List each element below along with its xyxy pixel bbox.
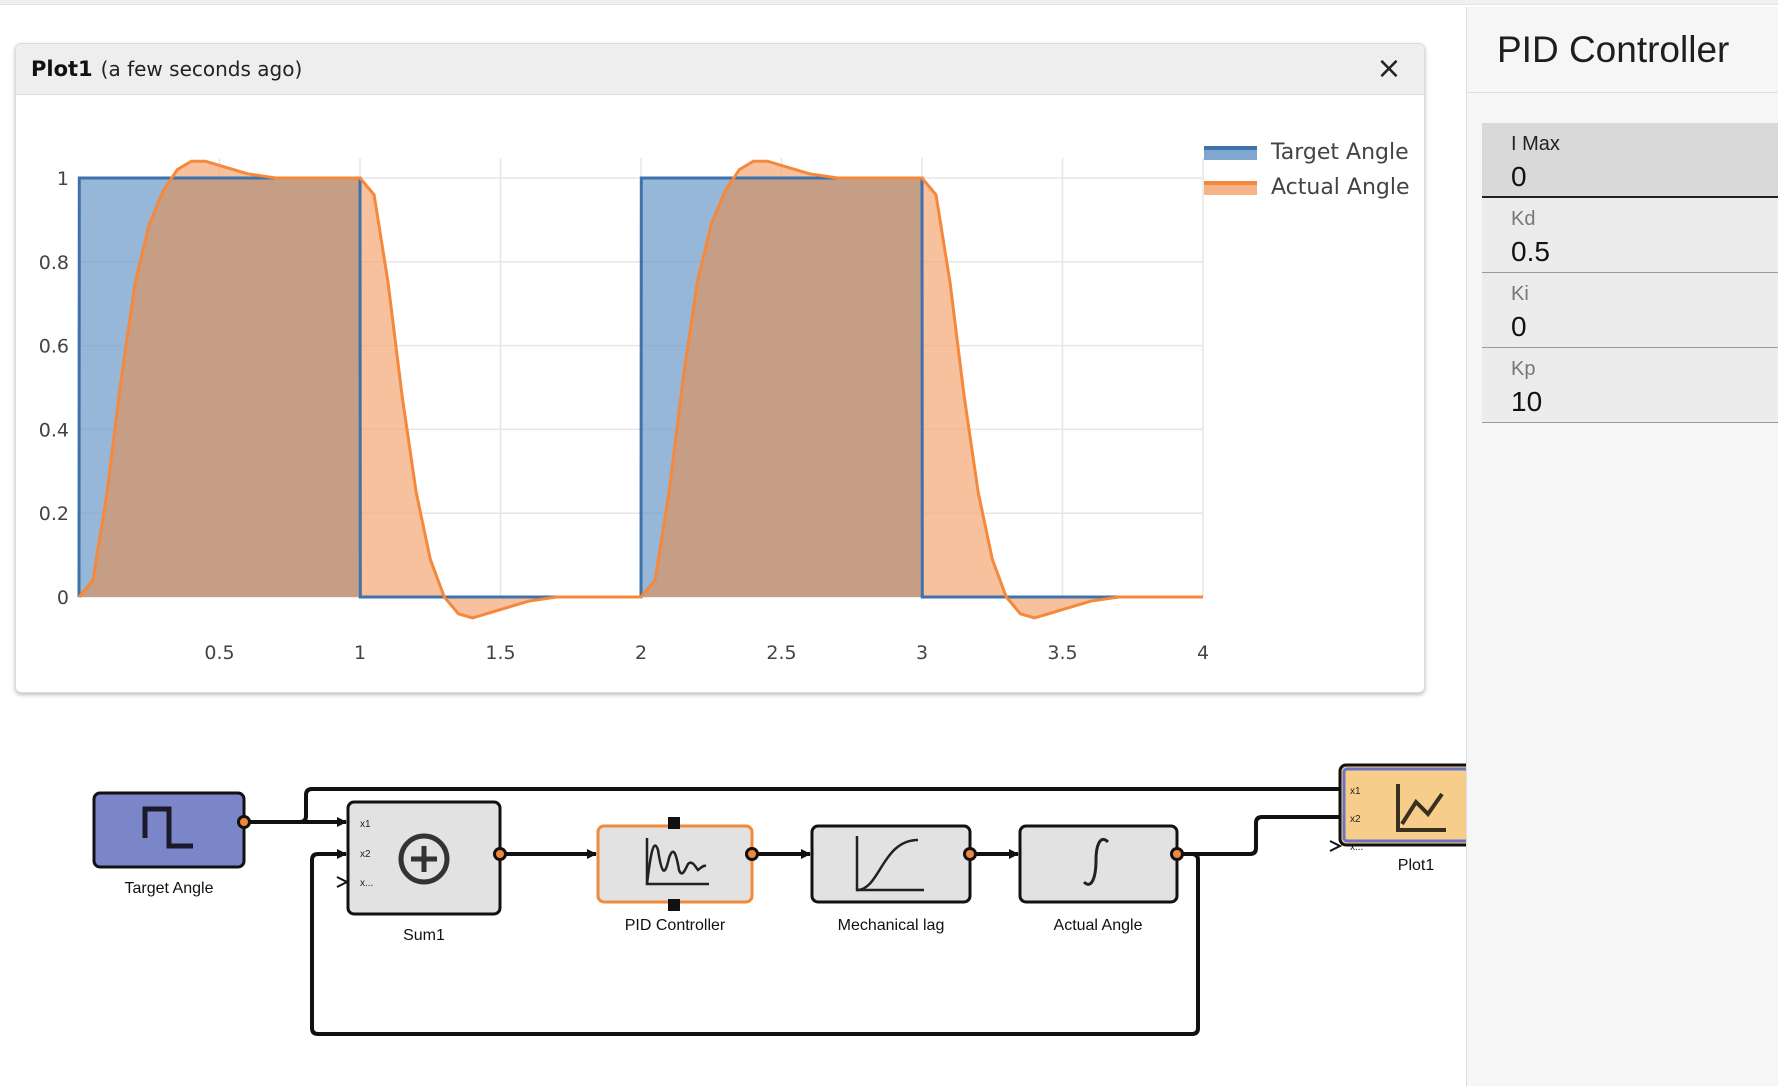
x-tick-label: 3 — [916, 642, 928, 664]
y-tick-label: 0.8 — [39, 252, 69, 274]
input-port[interactable] — [1329, 840, 1343, 852]
port-label: x1 — [360, 819, 371, 830]
param-list: I Max 0 Kd 0.5 Ki 0 Kp 10 — [1482, 123, 1778, 423]
x-tick-label: 1.5 — [485, 642, 515, 664]
plot-window-subtitle: (a few seconds ago) — [100, 57, 303, 81]
y-tick-label: 0.2 — [39, 503, 69, 525]
chart-legend[interactable]: Target Angle Actual Angle — [1204, 140, 1410, 200]
block-label: Target Angle — [125, 880, 214, 897]
top-bar — [0, 0, 1778, 5]
plot-window: Plot1 (a few seconds ago) × 0.5 1 1.5 2 2.5 3… — [15, 43, 1425, 693]
block-label: Sum1 — [403, 927, 445, 944]
port-label: x... — [1350, 842, 1363, 853]
block-label: Mechanical lag — [838, 917, 945, 934]
block-pid-controller[interactable]: PID Controller — [596, 817, 759, 934]
param-label: Kp — [1511, 358, 1536, 380]
block-sum1[interactable]: x1 x2 x... Sum1 — [336, 800, 507, 944]
block-actual-angle[interactable]: Actual Angle — [1018, 824, 1184, 934]
legend-label[interactable]: Actual Angle — [1271, 175, 1410, 200]
x-tick-label: 4 — [1197, 642, 1209, 664]
input-port[interactable] — [336, 876, 350, 888]
block-label: PID Controller — [625, 917, 726, 934]
param-value[interactable]: 10 — [1511, 386, 1778, 418]
bottom-port[interactable] — [668, 899, 680, 911]
param-label: I Max — [1511, 133, 1560, 155]
y-tick-label: 0 — [57, 587, 69, 609]
param-label: Ki — [1511, 283, 1529, 305]
y-tick-label: 1 — [57, 168, 69, 190]
top-port[interactable] — [668, 817, 680, 829]
param-field-kp[interactable]: Kp 10 — [1482, 348, 1778, 423]
block-target-angle[interactable]: Target Angle — [92, 791, 251, 897]
port-label: x2 — [1350, 814, 1361, 825]
y-tick-label: 0.4 — [39, 419, 69, 441]
port-label: x1 — [1350, 786, 1361, 797]
x-tick-label: 1 — [354, 642, 366, 664]
x-tick-label: 0.5 — [204, 642, 234, 664]
port-label: x... — [360, 878, 373, 889]
panel-title: PID Controller — [1467, 7, 1778, 93]
param-value[interactable]: 0.5 — [1511, 236, 1778, 268]
param-field-ki[interactable]: Ki 0 — [1482, 273, 1778, 348]
port-label: x2 — [360, 849, 371, 860]
param-label: Kd — [1511, 208, 1536, 230]
param-value[interactable]: 0 — [1511, 311, 1778, 343]
legend-label[interactable]: Target Angle — [1270, 140, 1409, 165]
block-plot1[interactable]: x1 x2 x... Plot1 — [1329, 763, 1466, 874]
param-value[interactable]: 0 — [1511, 161, 1778, 193]
properties-panel: PID Controller I Max 0 Kd 0.5 Ki 0 Kp 10 — [1466, 7, 1778, 1086]
x-tick-label: 2.5 — [766, 642, 796, 664]
param-field-imax[interactable]: I Max 0 — [1482, 123, 1778, 198]
wire-actual-to-plot[interactable] — [1177, 812, 1349, 856]
block-label: Actual Angle — [1054, 917, 1143, 934]
block-diagram[interactable]: Target Angle x1 x2 x... Sum1 PID Control… — [0, 700, 1466, 1086]
plot-window-title: Plot1 — [31, 57, 93, 81]
x-tick-label: 3.5 — [1047, 642, 1077, 664]
x-tick-label: 2 — [635, 642, 647, 664]
block-label: Plot1 — [1398, 857, 1435, 874]
plot-window-header[interactable]: Plot1 (a few seconds ago) × — [16, 44, 1424, 95]
line-area-chart: 0.5 1 1.5 2 2.5 3 3.5 4 0 0.2 0.4 0.6 0.8 1 Target An… — [39, 140, 1410, 664]
diagram-canvas[interactable]: Target Angle x1 x2 x... Sum1 PID Control… — [0, 700, 1466, 1086]
y-tick-label: 0.6 — [39, 336, 69, 358]
close-icon[interactable]: × — [1376, 54, 1402, 84]
param-field-kd[interactable]: Kd 0.5 — [1482, 198, 1778, 273]
chart-area: 0.5 1 1.5 2 2.5 3 3.5 4 0 0.2 0.4 0.6 0.8 1 Target An… — [31, 110, 1411, 680]
block-mechanical-lag[interactable]: Mechanical lag — [810, 824, 977, 934]
